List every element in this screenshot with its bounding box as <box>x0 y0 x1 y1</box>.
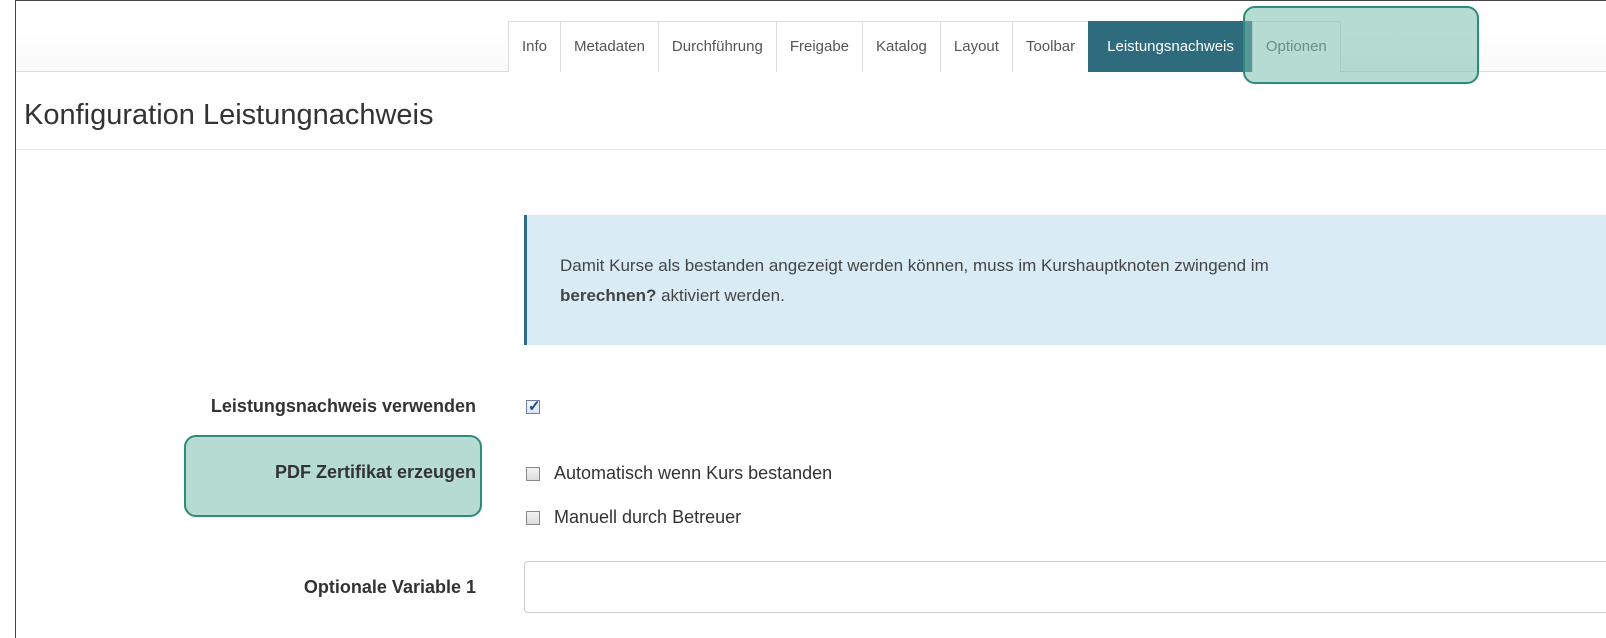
info-text-rest: aktiviert werden. <box>656 286 785 305</box>
title-divider <box>16 149 1606 150</box>
tab-leistungsnachweis[interactable]: Leistungsnachweis <box>1088 21 1253 72</box>
manual-certificate-checkbox[interactable] <box>526 511 540 525</box>
tab-list: Info Metadaten Durchführung Freigabe Kat… <box>508 21 1341 72</box>
optional-variable-1-input[interactable] <box>524 561 1606 613</box>
tab-metadaten[interactable]: Metadaten <box>560 21 659 72</box>
checkmark-icon: ✓ <box>528 398 541 415</box>
info-text-line1: Damit Kurse als bestanden angezeigt werd… <box>560 256 1269 275</box>
info-alert: Damit Kurse als bestanden angezeigt werd… <box>524 215 1606 345</box>
tab-info[interactable]: Info <box>508 21 562 72</box>
tab-toolbar[interactable]: Toolbar <box>1011 21 1090 72</box>
use-certificate-label: Leistungsnachweis verwenden <box>210 396 476 416</box>
auto-certificate-checkbox[interactable] <box>526 467 540 481</box>
page-title: Konfiguration Leistungnachweis <box>24 99 434 131</box>
tab-layout[interactable]: Layout <box>939 21 1013 72</box>
manual-certificate-label[interactable]: Manuell durch Betreuer <box>554 507 741 528</box>
pdf-certificate-label: PDF Zertifikat erzeugen <box>274 462 476 482</box>
info-text-line2: berechnen? aktiviert werden. <box>560 281 1606 311</box>
auto-certificate-label[interactable]: Automatisch wenn Kurs bestanden <box>554 463 832 484</box>
page-frame: Info Metadaten Durchführung Freigabe Kat… <box>15 0 1606 638</box>
info-bold-text: berechnen? <box>560 286 657 305</box>
tab-durchfuehrung[interactable]: Durchführung <box>657 21 777 72</box>
use-certificate-checkbox[interactable]: ✓ <box>526 398 541 415</box>
tab-optionen[interactable]: Optionen <box>1251 21 1341 72</box>
tab-freigabe[interactable]: Freigabe <box>775 21 864 72</box>
optional-variable-1-label: Optionale Variable 1 <box>303 577 476 597</box>
tab-bar: Info Metadaten Durchführung Freigabe Kat… <box>16 21 1606 72</box>
tab-katalog[interactable]: Katalog <box>862 21 941 72</box>
